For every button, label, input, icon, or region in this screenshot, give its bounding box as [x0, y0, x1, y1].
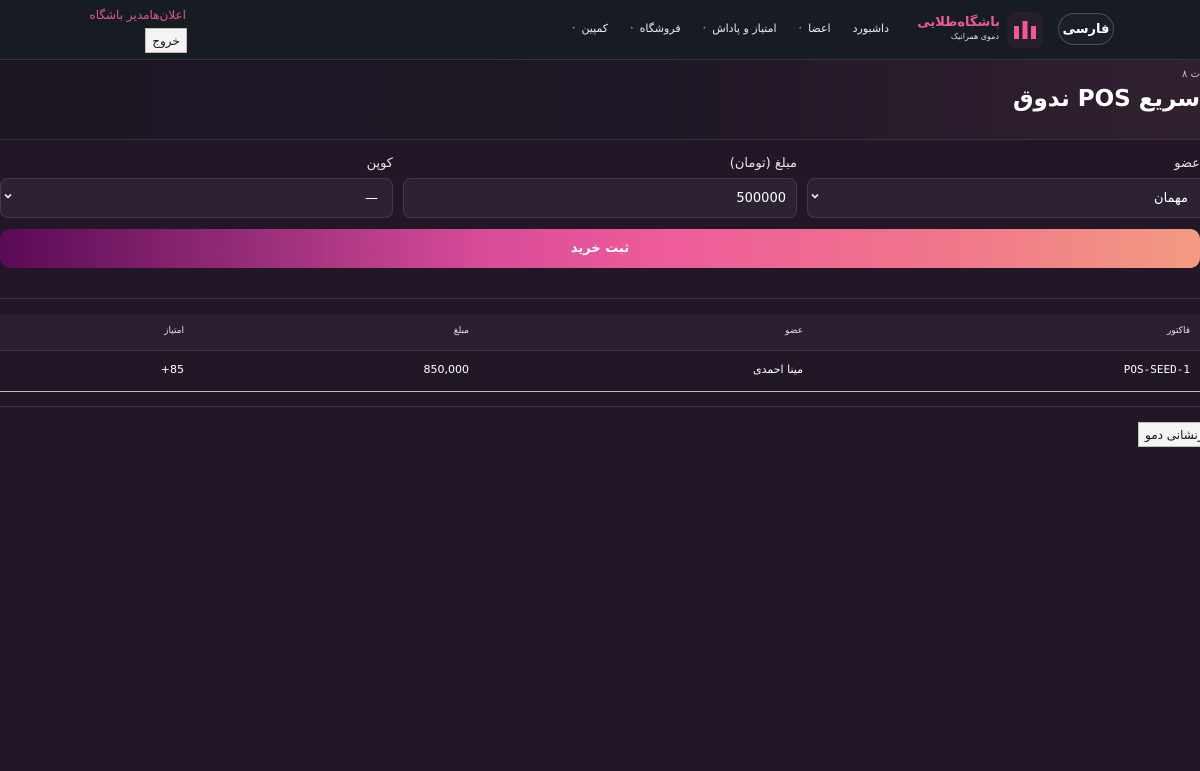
column-header-points: امتیاز — [164, 326, 184, 336]
cell-member: مینا احمدی — [753, 363, 803, 376]
table-row: POS-SEED-1 مینا احمدی 850,000 +85 — [0, 351, 1200, 391]
amount-input-value: 500000 — [736, 190, 786, 206]
nav-item-members[interactable]: اعضا • — [799, 22, 831, 35]
page-kicker: ت ۸ — [1182, 69, 1200, 80]
section-divider — [0, 406, 1200, 407]
member-select[interactable]: مهمان — [807, 178, 1200, 218]
page-header: ت ۸ ندوق POS سریع — [0, 60, 1200, 140]
member-select-value: مهمان — [1154, 190, 1188, 206]
nav-item-label: کمپین — [581, 22, 609, 35]
dropdown-dot-icon: • — [630, 25, 634, 32]
dropdown-dot-icon: • — [571, 25, 576, 32]
nav-item-campaign[interactable]: کمپین • — [572, 22, 608, 35]
nav-item-label: فروشگاه — [639, 22, 681, 35]
cell-points: +85 — [160, 363, 184, 376]
nav-item-dashboard[interactable]: داشبورد — [853, 22, 889, 35]
brand-subtitle: دموی همرانیک — [950, 32, 999, 41]
transactions-table: فاکتور عضو مبلغ امتیاز POS-SEED-1 مینا ا… — [0, 298, 1200, 392]
column-header-member: عضو — [785, 326, 803, 336]
chevron-down-icon — [810, 191, 820, 204]
coupon-select-value: — — [365, 190, 378, 206]
main-nav: داشبورد اعضا • امتیاز و پاداش • فروشگاه … — [572, 22, 889, 35]
chevron-down-icon — [3, 191, 13, 204]
bar-chart-logo-glyph — [1014, 21, 1036, 39]
cell-invoice: POS-SEED-1 — [1123, 363, 1190, 376]
cell-amount: 850,000 — [423, 363, 470, 376]
table-header: فاکتور عضو مبلغ امتیاز — [0, 315, 1200, 351]
brand-name[interactable]: باشگاه‌طلایی — [917, 15, 1000, 30]
nav-item-shop[interactable]: فروشگاه • — [630, 22, 681, 35]
submit-purchase-button[interactable]: ثبت خرید — [0, 229, 1200, 268]
coupon-label: کوپن — [366, 156, 393, 171]
nav-item-points-rewards[interactable]: امتیاز و پاداش • — [703, 22, 777, 35]
top-navigation-bar: فارسی باشگاه‌طلایی دموی همرانیک داشبورد … — [0, 0, 1200, 60]
amount-label: مبلغ (تومان) — [729, 156, 797, 171]
coupon-select[interactable]: — — [0, 178, 393, 218]
logout-button[interactable]: خروج — [145, 28, 187, 53]
dropdown-dot-icon: • — [702, 25, 707, 32]
page-title: ندوق POS سریع — [1012, 86, 1200, 112]
column-header-invoice: فاکتور — [1166, 326, 1190, 336]
bar-chart-logo-icon[interactable] — [1007, 12, 1043, 48]
column-header-amount: مبلغ — [453, 326, 469, 336]
nav-item-label: امتیاز و پاداش — [712, 22, 777, 35]
language-switch-button[interactable]: فارسی — [1058, 13, 1114, 45]
nav-item-label: داشبورد — [852, 22, 889, 35]
reset-demo-button[interactable]: بازنشانی دمو — [1138, 422, 1200, 447]
announcements-link[interactable]: اعلان‌هامدیر باشگاه — [89, 8, 186, 22]
amount-input[interactable]: 500000 — [403, 178, 797, 218]
member-label: عضو — [1174, 156, 1200, 171]
nav-item-label: اعضا — [808, 22, 831, 35]
dropdown-dot-icon: • — [798, 25, 803, 32]
